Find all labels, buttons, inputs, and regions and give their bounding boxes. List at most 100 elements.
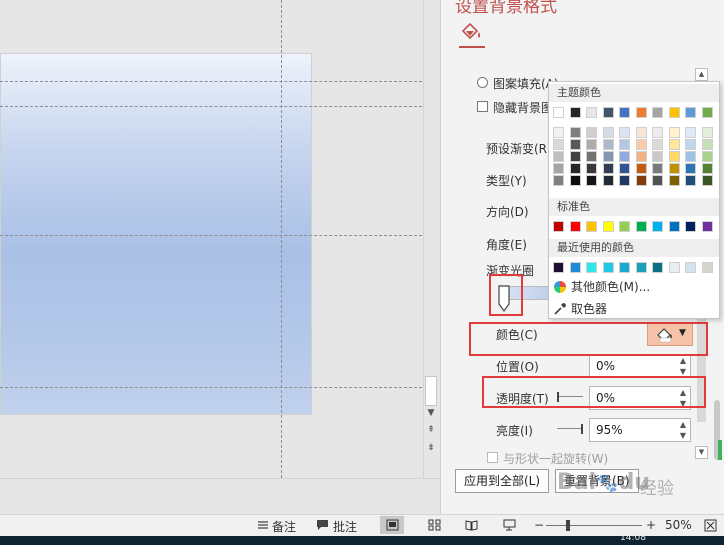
slideshow-button[interactable] bbox=[497, 516, 521, 534]
zoom-in-icon[interactable]: + bbox=[646, 518, 656, 532]
theme-shade-swatch[interactable] bbox=[619, 151, 630, 162]
theme-shade-swatch[interactable] bbox=[635, 175, 647, 186]
theme-shade-swatch[interactable] bbox=[619, 127, 630, 138]
theme-shade-swatch[interactable] bbox=[586, 127, 597, 138]
theme-shade-swatch[interactable] bbox=[701, 151, 713, 162]
theme-shade-swatch[interactable] bbox=[635, 151, 647, 162]
theme-shade-swatch[interactable] bbox=[602, 127, 614, 138]
scroll-down-icon[interactable]: ▼ bbox=[695, 446, 708, 459]
brightness-spinner[interactable]: 95% ▲ ▼ bbox=[589, 418, 691, 442]
recent-color-swatch[interactable] bbox=[619, 262, 630, 273]
eyedropper-menu-item[interactable]: 取色器 bbox=[571, 299, 607, 319]
spin-down-icon[interactable]: ▼ bbox=[680, 431, 686, 440]
spin-up-icon[interactable]: ▲ bbox=[680, 356, 686, 365]
zoom-slider-track[interactable] bbox=[546, 525, 642, 526]
standard-color-swatch[interactable] bbox=[652, 221, 663, 232]
theme-shade-swatch[interactable] bbox=[569, 139, 581, 150]
vertical-scrollbar[interactable] bbox=[423, 0, 439, 478]
spin-up-icon[interactable]: ▲ bbox=[680, 420, 686, 429]
zoom-out-icon[interactable]: − bbox=[534, 518, 544, 532]
theme-shade-swatch[interactable] bbox=[602, 175, 614, 186]
zoom-level[interactable]: 50% bbox=[665, 518, 692, 532]
theme-shade-swatch[interactable] bbox=[569, 127, 581, 138]
recent-color-swatch[interactable] bbox=[602, 262, 614, 273]
spin-down-icon[interactable]: ▼ bbox=[680, 367, 686, 376]
theme-shade-swatch[interactable] bbox=[586, 151, 597, 162]
theme-shade-swatch[interactable] bbox=[553, 163, 564, 174]
prev-slide-icon[interactable]: ⇞ bbox=[425, 425, 437, 435]
recent-color-swatch[interactable] bbox=[668, 262, 680, 273]
theme-shade-swatch[interactable] bbox=[602, 151, 614, 162]
theme-color-swatch[interactable] bbox=[635, 107, 647, 118]
theme-shade-swatch[interactable] bbox=[569, 163, 581, 174]
fit-to-window-icon[interactable] bbox=[704, 519, 717, 532]
recent-color-swatch[interactable] bbox=[569, 262, 581, 273]
theme-color-swatch[interactable] bbox=[619, 107, 630, 118]
standard-color-swatch[interactable] bbox=[635, 221, 647, 232]
theme-shade-swatch[interactable] bbox=[652, 139, 663, 150]
theme-shade-swatch[interactable] bbox=[586, 163, 597, 174]
more-colors-menu-item[interactable]: 其他颜色(M)... bbox=[571, 277, 650, 297]
standard-color-swatch[interactable] bbox=[586, 221, 597, 232]
scroll-down-icon[interactable]: ▼ bbox=[425, 408, 437, 418]
fill-bucket-icon[interactable] bbox=[459, 20, 483, 42]
theme-shade-swatch[interactable] bbox=[701, 163, 713, 174]
theme-shade-swatch[interactable] bbox=[619, 175, 630, 186]
theme-shade-swatch[interactable] bbox=[652, 127, 663, 138]
theme-shade-swatch[interactable] bbox=[635, 139, 647, 150]
theme-shade-swatch[interactable] bbox=[619, 163, 630, 174]
theme-color-swatch[interactable] bbox=[652, 107, 663, 118]
hide-bg-checkbox[interactable] bbox=[477, 101, 488, 112]
theme-shade-swatch[interactable] bbox=[668, 139, 680, 150]
theme-shade-swatch[interactable] bbox=[635, 163, 647, 174]
theme-shade-swatch[interactable] bbox=[668, 175, 680, 186]
theme-shade-swatch[interactable] bbox=[619, 139, 630, 150]
scroll-thumb[interactable] bbox=[425, 376, 437, 406]
theme-shade-swatch[interactable] bbox=[668, 163, 680, 174]
slide-sorter-button[interactable] bbox=[422, 516, 446, 534]
theme-shade-swatch[interactable] bbox=[635, 127, 647, 138]
theme-shade-swatch[interactable] bbox=[685, 139, 696, 150]
apply-to-all-button[interactable]: 应用到全部(L) bbox=[455, 469, 550, 493]
slider-thumb[interactable] bbox=[581, 424, 583, 434]
recent-color-swatch[interactable] bbox=[635, 262, 647, 273]
standard-color-swatch[interactable] bbox=[553, 221, 564, 232]
theme-shade-swatch[interactable] bbox=[668, 127, 680, 138]
theme-shade-swatch[interactable] bbox=[685, 151, 696, 162]
theme-shade-swatch[interactable] bbox=[586, 175, 597, 186]
theme-color-swatch[interactable] bbox=[569, 107, 581, 118]
theme-color-swatch[interactable] bbox=[668, 107, 680, 118]
brightness-slider[interactable] bbox=[557, 424, 583, 434]
recent-color-swatch[interactable] bbox=[652, 262, 663, 273]
next-slide-icon[interactable]: ⇟ bbox=[425, 443, 437, 453]
theme-color-swatch[interactable] bbox=[553, 107, 564, 118]
theme-shade-swatch[interactable] bbox=[602, 163, 614, 174]
theme-shade-swatch[interactable] bbox=[586, 139, 597, 150]
recent-color-swatch[interactable] bbox=[553, 262, 564, 273]
theme-shade-swatch[interactable] bbox=[553, 151, 564, 162]
slide-canvas[interactable]: ▼ ⇞ ⇟ bbox=[0, 0, 440, 478]
scroll-up-icon[interactable]: ▲ bbox=[695, 68, 708, 81]
standard-color-swatch[interactable] bbox=[602, 221, 614, 232]
theme-shade-swatch[interactable] bbox=[652, 163, 663, 174]
recent-color-swatch[interactable] bbox=[685, 262, 696, 273]
normal-view-button[interactable] bbox=[380, 516, 404, 534]
theme-color-swatch[interactable] bbox=[586, 107, 597, 118]
theme-shade-swatch[interactable] bbox=[553, 175, 564, 186]
theme-shade-swatch[interactable] bbox=[685, 163, 696, 174]
theme-shade-swatch[interactable] bbox=[602, 139, 614, 150]
recent-color-swatch[interactable] bbox=[701, 262, 713, 273]
standard-color-swatch[interactable] bbox=[619, 221, 630, 232]
theme-color-swatch[interactable] bbox=[685, 107, 696, 118]
theme-shade-swatch[interactable] bbox=[553, 139, 564, 150]
theme-shade-swatch[interactable] bbox=[685, 175, 696, 186]
theme-shade-swatch[interactable] bbox=[569, 175, 581, 186]
slide-preview[interactable] bbox=[0, 53, 312, 415]
theme-color-swatch[interactable] bbox=[602, 107, 614, 118]
theme-shade-swatch[interactable] bbox=[652, 175, 663, 186]
theme-shade-swatch[interactable] bbox=[569, 151, 581, 162]
theme-shade-swatch[interactable] bbox=[668, 151, 680, 162]
standard-color-swatch[interactable] bbox=[701, 221, 713, 232]
theme-shade-swatch[interactable] bbox=[701, 175, 713, 186]
theme-shade-swatch[interactable] bbox=[701, 139, 713, 150]
